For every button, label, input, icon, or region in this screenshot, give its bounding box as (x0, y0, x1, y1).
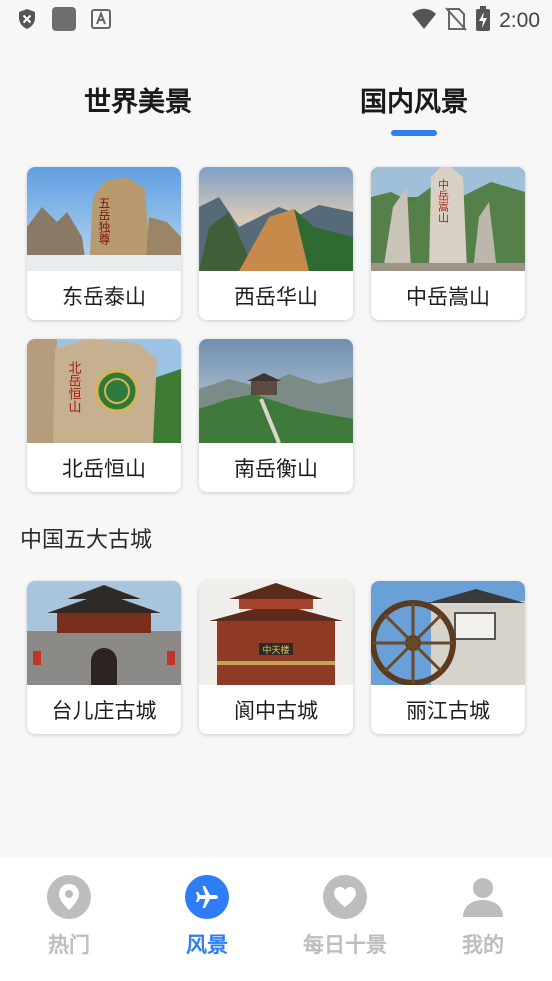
heart-icon (323, 875, 367, 919)
tab-domestic-scenery[interactable]: 国内风景 (360, 80, 468, 119)
card-label: 西岳华山 (234, 284, 318, 309)
no-sim-icon (445, 7, 467, 35)
status-bar: 2:00 (0, 0, 552, 40)
card-mount-tai[interactable]: 五岳独尊 东岳泰山 (27, 167, 181, 320)
status-time: 2:00 (499, 9, 540, 32)
card-langzhong[interactable]: 中天楼 阆中古城 (199, 581, 353, 734)
section-title-ancient-towns: 中国五大古城 (20, 528, 153, 553)
card-label: 丽江古城 (406, 698, 490, 723)
card-mount-hua[interactable]: 西岳华山 (199, 167, 353, 320)
card-mount-heng-south[interactable]: 南岳衡山 (199, 339, 353, 492)
app-square-icon (52, 7, 76, 31)
card-label: 中岳嵩山 (406, 284, 490, 309)
photo-lijiang (371, 581, 525, 685)
person-icon (461, 875, 505, 919)
nav-mine[interactable]: 我的 (423, 875, 543, 959)
photo-mount-heng-north: 北岳恒山 (27, 339, 181, 443)
text-a-icon (90, 8, 112, 30)
location-pin-icon (47, 875, 91, 919)
card-label: 北岳恒山 (62, 456, 146, 481)
nav-label: 每日十景 (303, 933, 387, 957)
photo-mount-hua (199, 167, 353, 271)
card-label: 台儿庄古城 (51, 698, 157, 723)
nav-hot[interactable]: 热门 (9, 875, 129, 959)
nav-label: 风景 (186, 933, 228, 957)
photo-langzhong: 中天楼 (199, 581, 353, 685)
top-tabs: 世界美景 国内风景 (0, 80, 552, 140)
nav-label: 我的 (462, 933, 504, 957)
wifi-icon (411, 8, 437, 34)
nav-label: 热门 (48, 933, 90, 957)
card-lijiang[interactable]: 丽江古城 (371, 581, 525, 734)
card-label: 南岳衡山 (234, 456, 318, 481)
photo-mount-tai: 五岳独尊 (27, 167, 181, 271)
nav-scenery[interactable]: 风景 (147, 875, 267, 959)
gate-sign-text: 中天楼 (262, 644, 289, 656)
carving-text: 五岳独尊 (97, 197, 111, 246)
active-tab-indicator (391, 130, 437, 136)
photo-mount-heng-south (199, 339, 353, 443)
carving-text: 中岳嵩山 (437, 179, 450, 223)
photo-mount-song: 中岳嵩山 (371, 167, 525, 271)
battery-charging-icon (475, 6, 491, 36)
bottom-navigation: 热门 风景 每日十景 我的 (0, 857, 552, 981)
card-taierzhuang[interactable]: 台儿庄古城 (27, 581, 181, 734)
card-mount-heng-north[interactable]: 北岳恒山 北岳恒山 (27, 339, 181, 492)
carving-text: 北岳恒山 (66, 361, 82, 413)
tab-world-scenery[interactable]: 世界美景 (84, 80, 192, 119)
shield-block-icon (16, 8, 38, 30)
airplane-icon (185, 875, 229, 919)
nav-daily-ten[interactable]: 每日十景 (285, 875, 405, 959)
photo-taierzhuang (27, 581, 181, 685)
card-mount-song[interactable]: 中岳嵩山 中岳嵩山 (371, 167, 525, 320)
card-label: 东岳泰山 (62, 284, 146, 309)
card-label: 阆中古城 (234, 698, 318, 723)
